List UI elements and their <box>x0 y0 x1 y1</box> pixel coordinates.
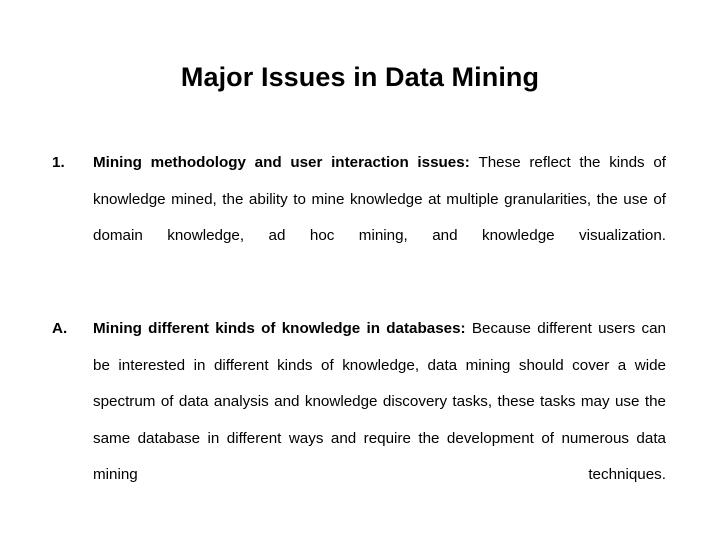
list-item: 1. Mining methodology and user interacti… <box>52 145 666 291</box>
content-list: 1. Mining methodology and user interacti… <box>52 145 666 530</box>
list-item-body: Because different users can be intereste… <box>93 320 667 483</box>
list-item-separator: : <box>464 154 479 171</box>
slide-canvas: Major Issues in Data Mining 1. Mining me… <box>0 0 720 540</box>
list-item-text: Mining different kinds of knowledge in d… <box>93 311 666 530</box>
list-item-lead-in: Mining methodology and user interaction … <box>93 154 465 171</box>
list-item-separator: : <box>460 320 472 337</box>
list-item-lead-in: Mining different kinds of knowledge in d… <box>93 320 461 337</box>
list-item-text: Mining methodology and user interaction … <box>93 145 666 291</box>
page-title: Major Issues in Data Mining <box>180 62 540 92</box>
list-item-marker: 1. <box>52 154 65 171</box>
list-item: A. Mining different kinds of knowledge i… <box>52 311 666 530</box>
list-item-marker: A. <box>52 320 68 337</box>
